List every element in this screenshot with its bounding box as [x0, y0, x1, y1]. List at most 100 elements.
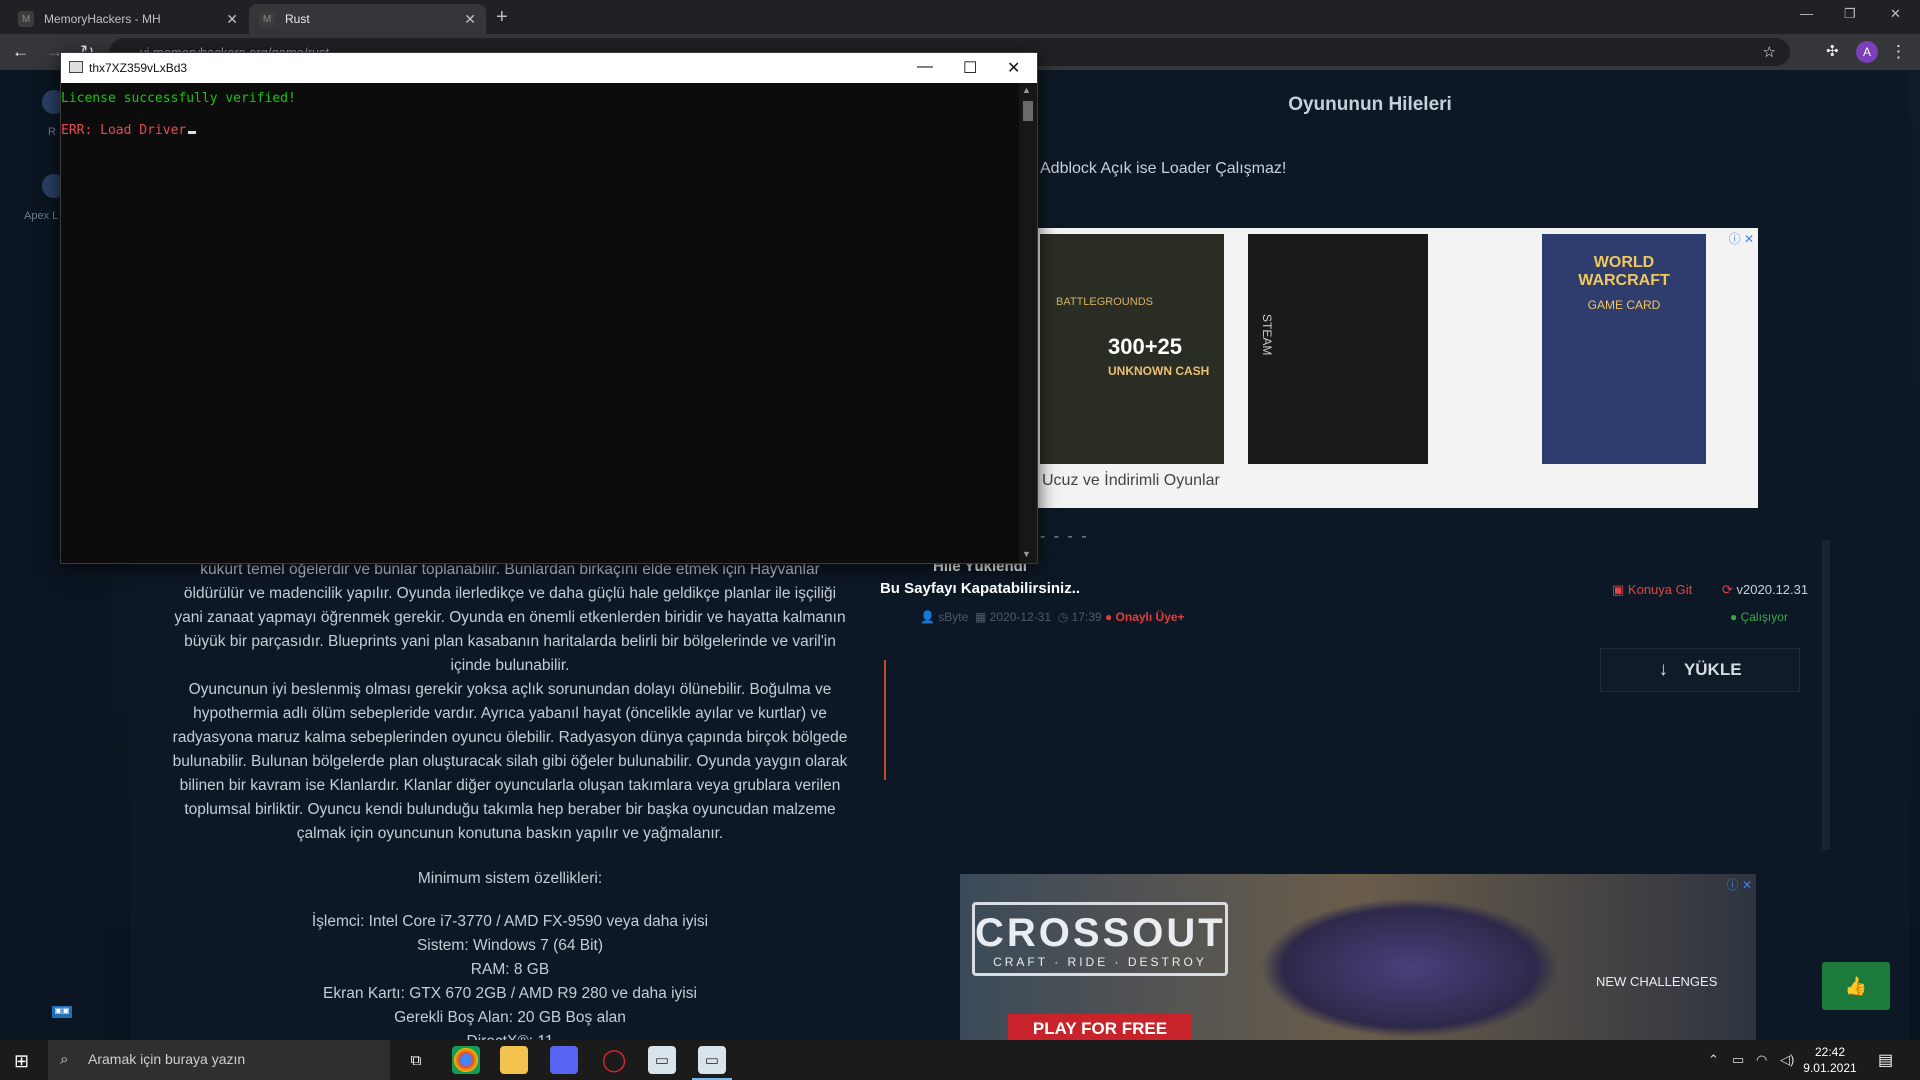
- wifi-icon[interactable]: ◠: [1756, 1052, 1767, 1068]
- extensions-icon[interactable]: ✣: [1826, 42, 1839, 60]
- ad-caption[interactable]: Ucuz ve İndirimli Oyunlar: [1042, 472, 1220, 490]
- ad-tile-pubg[interactable]: BATTLEGROUNDS 300+25 UNKNOWN CASH: [1040, 234, 1224, 464]
- spec-item: DirectX®: 11: [170, 1030, 850, 1040]
- adblock-notice: Adblock Açık ise Loader Çalışmaz!: [1040, 160, 1287, 177]
- ad-wow-title: WORLD WARCRAFT: [1578, 254, 1670, 289]
- console-output[interactable]: License successfully verified! ERR: Load…: [61, 83, 1019, 563]
- article-text: kükürt temel öğelerdir ve bunlar toplana…: [170, 558, 850, 846]
- meta-author[interactable]: sByte: [938, 610, 968, 624]
- goto-topic-link[interactable]: ▣ Konuya Git: [1612, 582, 1692, 598]
- console-title-bar[interactable]: thx7XZ359vLxBd3 — ☐ ✕: [61, 53, 1037, 83]
- load-button-label: YÜKLE: [1683, 660, 1742, 679]
- system-clock[interactable]: 22:42 9.01.2021: [1800, 1044, 1860, 1076]
- restore-icon[interactable]: ❐: [1844, 6, 1856, 22]
- ad-steam-label: STEAM: [1260, 314, 1274, 356]
- console-close-icon[interactable]: ✕: [1007, 58, 1020, 78]
- console-app-active-icon[interactable]: ▭: [692, 1046, 732, 1080]
- chrome-icon[interactable]: [452, 1046, 480, 1074]
- status-badge: ● Çalışıyor: [1730, 610, 1788, 624]
- tray-chevron-icon[interactable]: ⌃: [1708, 1052, 1719, 1068]
- console-minimize-icon[interactable]: —: [917, 58, 933, 76]
- load-button[interactable]: ↓ YÜKLE: [1600, 648, 1800, 692]
- calendar-icon: ▦: [974, 610, 987, 624]
- crossout-name: CROSSOUT: [975, 911, 1226, 955]
- meta-time: 17:39: [1071, 610, 1102, 624]
- ad-banner-games[interactable]: BATTLEGROUNDS 300+25 UNKNOWN CASH STEAM …: [1038, 228, 1758, 508]
- file-explorer-icon[interactable]: [500, 1046, 528, 1074]
- spec-item: Ekran Kartı: GTX 670 2GB / AMD R9 280 ve…: [323, 985, 697, 1002]
- sidebar-item-label: Apex L: [24, 210, 59, 222]
- minimize-icon[interactable]: —: [1800, 6, 1813, 21]
- small-badge-icon: ▣▣: [52, 1006, 72, 1018]
- thumbs-up-icon: 👍: [1844, 975, 1868, 996]
- crossout-logo: CROSSOUT CRAFT · RIDE · DESTROY: [972, 902, 1228, 976]
- new-challenges-label: NEW CHALLENGES: [1596, 974, 1718, 989]
- spec-item: RAM: 8 GB: [470, 961, 550, 978]
- crossout-ad[interactable]: CROSSOUT CRAFT · RIDE · DESTROY PLAY FOR…: [960, 874, 1756, 1040]
- console-app-icon: [69, 61, 83, 73]
- clock-time: 22:42: [1814, 1045, 1846, 1059]
- spec-item: İşlemci: Intel Core i7-3770 / AMD FX-959…: [311, 913, 709, 930]
- ad-tile-steam[interactable]: STEAM: [1248, 234, 1428, 464]
- task-view-icon[interactable]: ⧉: [402, 1046, 430, 1074]
- meta-role-text: Onaylı Üye+: [1115, 610, 1185, 624]
- volume-icon[interactable]: ◁): [1780, 1052, 1794, 1068]
- back-icon[interactable]: ←: [12, 42, 29, 62]
- opera-icon[interactable]: ◯: [600, 1046, 628, 1074]
- tab-favicon-icon: M: [18, 11, 34, 27]
- version-text: v2020.12.31: [1736, 582, 1809, 597]
- ad-wow-sub: GAME CARD: [1587, 298, 1661, 312]
- console-scroll-thumb[interactable]: [1023, 101, 1033, 121]
- spec-title: Minimum sistem özellikleri:: [417, 870, 603, 887]
- tab-title: Rust: [285, 12, 310, 26]
- notification-icon[interactable]: ▤: [1878, 1050, 1893, 1070]
- text-cursor: [188, 131, 197, 134]
- close-window-icon[interactable]: ✕: [1890, 6, 1901, 22]
- console-line-success: License successfully verified!: [61, 91, 296, 106]
- bookmark-star-icon[interactable]: ☆: [1763, 43, 1776, 61]
- play-for-free-button[interactable]: PLAY FOR FREE: [1008, 1014, 1192, 1040]
- ad-info-icon[interactable]: ⓘ ✕: [1729, 230, 1754, 247]
- clock-icon: ◷: [1057, 610, 1069, 624]
- console-error-text: ERR: Load Driver: [61, 123, 187, 138]
- scroll-up-icon[interactable]: ▲: [1022, 85, 1031, 95]
- article-paragraph: Oyuncunun iyi beslenmiş olması gerekir y…: [172, 681, 848, 842]
- tab-rust[interactable]: M Rust ✕: [249, 4, 486, 34]
- goto-topic-label: Konuya Git: [1627, 582, 1693, 597]
- taskbar-search[interactable]: ⌕ Aramak için buraya yazın: [48, 1040, 390, 1080]
- meta-role: ● Onaylı Üye+: [1104, 610, 1185, 624]
- new-tab-icon[interactable]: +: [496, 6, 508, 29]
- tab-memoryhackers[interactable]: M MemoryHackers - MH ✕: [8, 4, 248, 34]
- meta-date: 2020-12-31: [989, 610, 1052, 624]
- content-scrollbar[interactable]: [1822, 540, 1830, 850]
- status-text: Çalışıyor: [1740, 610, 1788, 624]
- tab-title: MemoryHackers - MH: [44, 12, 161, 26]
- console-app-icon[interactable]: ▭: [648, 1046, 676, 1074]
- tab-close-icon[interactable]: ✕: [226, 11, 238, 28]
- console-window[interactable]: thx7XZ359vLxBd3 — ☐ ✕ License successful…: [60, 52, 1038, 564]
- spec-item: Sistem: Windows 7 (64 Bit): [416, 937, 604, 954]
- spec-list: İşlemci: Intel Core i7-3770 / AMD FX-959…: [170, 910, 850, 1040]
- ad-close-icon[interactable]: ⓘ ✕: [1727, 876, 1752, 893]
- tab-close-icon[interactable]: ✕: [464, 11, 476, 28]
- sidebar-item-label: R: [48, 126, 56, 138]
- console-maximize-icon[interactable]: ☐: [963, 58, 977, 78]
- battery-icon[interactable]: ▭: [1732, 1052, 1744, 1068]
- search-icon: ⌕: [60, 1051, 69, 1068]
- status-check-icon: ●: [1730, 610, 1738, 624]
- discord-icon[interactable]: [550, 1046, 578, 1074]
- scroll-down-icon[interactable]: ▼: [1022, 549, 1031, 559]
- menu-icon[interactable]: ⋮: [1890, 42, 1907, 62]
- ad-pubg-sub: UNKNOWN CASH: [1108, 364, 1210, 378]
- ad-pubg-price: 300+25: [1108, 334, 1183, 359]
- page-heading: Oyununun Hileleri: [1288, 94, 1452, 115]
- console-title: thx7XZ359vLxBd3: [89, 61, 188, 75]
- ad-tile-wow[interactable]: WORLD WARCRAFT GAME CARD: [1542, 234, 1706, 464]
- taskbar: ⊞ ⌕ Aramak için buraya yazın ⧉ ◯ ▭ ▭ ⌃ ▭…: [0, 1040, 1920, 1080]
- like-button[interactable]: 👍: [1822, 962, 1890, 1010]
- console-scrollbar[interactable]: ▲ ▼: [1019, 83, 1037, 563]
- ad-pubg-brand: BATTLEGROUNDS: [1056, 296, 1153, 308]
- profile-avatar[interactable]: A: [1856, 41, 1878, 63]
- clock-date: 9.01.2021: [1803, 1061, 1857, 1075]
- windows-start-icon[interactable]: ⊞: [14, 1051, 29, 1072]
